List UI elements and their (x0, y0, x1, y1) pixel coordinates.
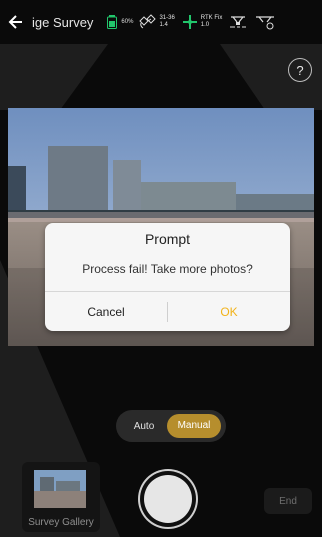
drone-signal-icon (228, 13, 248, 31)
rtk-label: RTK Fix (200, 15, 223, 21)
rtk-value: 1.0 (200, 22, 210, 28)
capture-mode-toggle: Auto Manual (116, 410, 226, 442)
ok-button[interactable]: OK (168, 293, 290, 331)
dialog-divider (45, 291, 290, 292)
survey-gallery-button[interactable]: Survey Gallery (22, 462, 100, 532)
gallery-label: Survey Gallery (28, 517, 94, 528)
satellite-status: 31-36 1.4 (139, 14, 175, 30)
back-arrow-icon[interactable] (6, 13, 24, 31)
battery-percent: 60% (121, 19, 134, 25)
page-title: ige Survey (32, 14, 94, 30)
battery-status: 60% (107, 15, 133, 29)
controller-signal-icon (254, 13, 276, 31)
dialog-message: Process fail! Take more photos? (82, 262, 253, 276)
help-icon[interactable]: ? (288, 58, 312, 82)
prompt-dialog: Prompt Process fail! Take more photos? C… (45, 223, 290, 331)
rtk-status: RTK Fix 1.0 (181, 14, 223, 30)
dialog-title: Prompt (144, 231, 191, 247)
satellite-icon (139, 14, 157, 30)
shutter-button[interactable] (144, 475, 192, 523)
mode-manual[interactable]: Manual (167, 414, 221, 438)
end-button[interactable]: End (264, 488, 312, 514)
rtk-crosshair-icon (181, 14, 199, 30)
satellite-value: 1.4 (159, 22, 168, 28)
cancel-button[interactable]: Cancel (45, 293, 167, 331)
satellite-count: 31-36 (159, 15, 175, 21)
battery-icon (107, 15, 118, 29)
help-label: ? (296, 62, 304, 78)
mode-auto[interactable]: Auto (121, 421, 167, 432)
top-bar: ige Survey 60% 31-36 1.4 RTK Fix 1.0 (0, 0, 322, 44)
status-area: 60% 31-36 1.4 RTK Fix 1.0 (107, 13, 276, 31)
gallery-thumbnail (34, 470, 86, 508)
